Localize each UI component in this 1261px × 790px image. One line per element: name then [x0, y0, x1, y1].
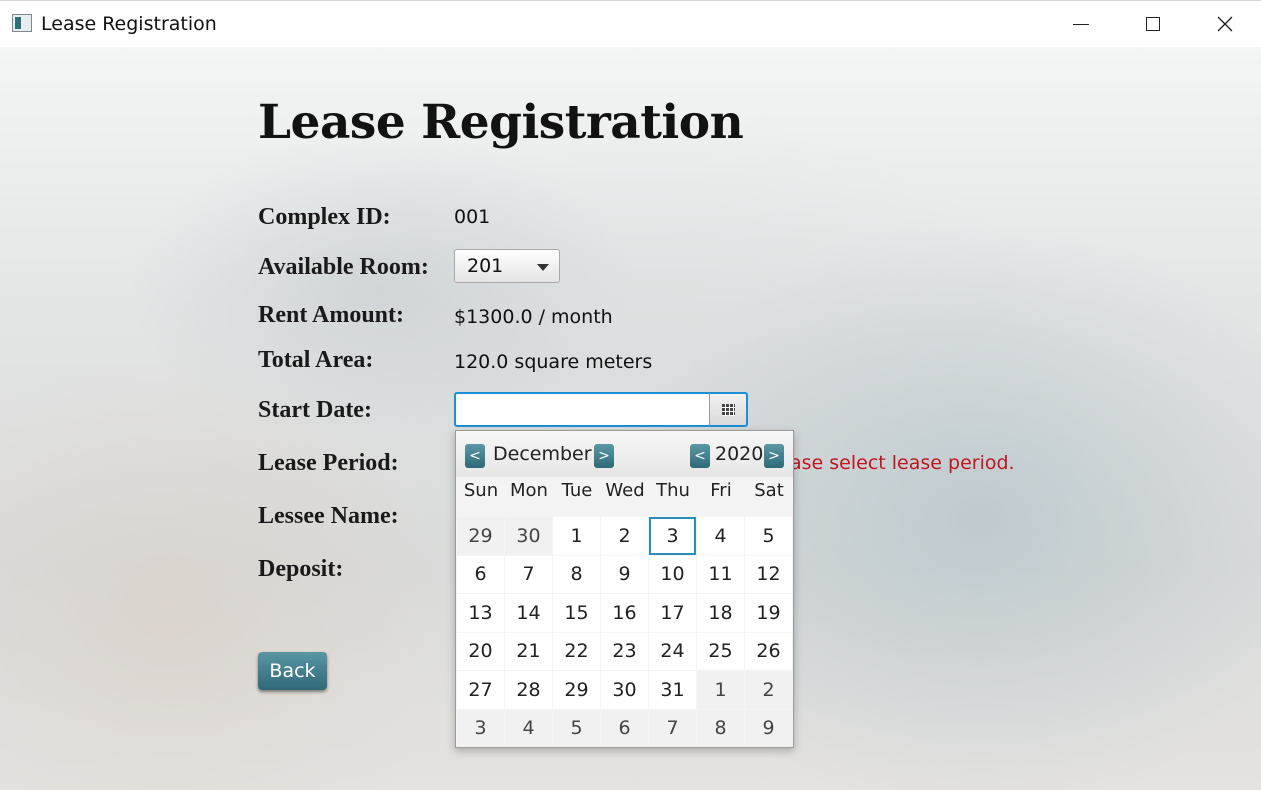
calendar-grid: 29 30 1 2 3 4 5 6 7 8 9 10 11 12 13 14 1… — [457, 517, 792, 747]
complex-id-value: 001 — [454, 206, 491, 228]
window-title: Lease Registration — [41, 13, 217, 35]
weekday-label: Sun — [463, 480, 499, 501]
calendar-day[interactable]: 4 — [697, 517, 744, 555]
calendar-day[interactable]: 15 — [553, 594, 600, 632]
lessee-name-label: Lessee Name: — [258, 503, 399, 529]
calendar-day[interactable]: 1 — [553, 517, 600, 555]
calendar-day[interactable]: 26 — [745, 632, 792, 670]
calendar-day[interactable]: 21 — [505, 632, 552, 670]
year-label: 2020 — [715, 443, 764, 465]
calendar-day[interactable]: 6 — [601, 709, 648, 747]
calendar-day[interactable]: 16 — [601, 594, 648, 632]
back-button[interactable]: Back — [258, 652, 327, 690]
weekday-label: Fri — [710, 480, 732, 501]
calendar-day[interactable]: 3 — [457, 709, 504, 747]
calendar-day[interactable]: 29 — [457, 517, 504, 555]
rent-amount-label: Rent Amount: — [258, 302, 405, 328]
prev-year-button[interactable]: < — [690, 444, 710, 468]
weekday-header: Sun Mon Tue Wed Thu Fri Sat — [457, 480, 793, 501]
calendar-day[interactable]: 7 — [649, 709, 696, 747]
room-select[interactable]: 201 — [454, 249, 560, 283]
calendar-day[interactable]: 5 — [745, 517, 792, 555]
date-picker-popup: < December > < 2020 > Sun Mon Tue Wed Th… — [455, 430, 794, 748]
calendar-day[interactable]: 1 — [697, 671, 744, 709]
rent-amount-value: $1300.0 / month — [454, 306, 613, 328]
calendar-day[interactable]: 23 — [601, 632, 648, 670]
calendar-day[interactable]: 12 — [745, 555, 792, 593]
deposit-label: Deposit: — [258, 556, 344, 582]
minimize-icon — [1073, 23, 1089, 25]
calendar-day[interactable]: 8 — [553, 555, 600, 593]
calendar-day[interactable]: 28 — [505, 671, 552, 709]
complex-id-label: Complex ID: — [258, 204, 391, 230]
available-room-label: Available Room: — [258, 254, 429, 280]
calendar-day[interactable]: 9 — [745, 709, 792, 747]
close-button[interactable] — [1189, 1, 1261, 47]
weekday-label: Wed — [605, 480, 645, 501]
calendar-day[interactable]: 31 — [649, 671, 696, 709]
prev-month-button[interactable]: < — [465, 444, 485, 468]
calendar-day[interactable]: 25 — [697, 632, 744, 670]
maximize-button[interactable] — [1117, 1, 1189, 47]
month-label: December — [493, 443, 592, 465]
calendar-day[interactable]: 2 — [601, 517, 648, 555]
calendar-day[interactable]: 30 — [601, 671, 648, 709]
title-bar: Lease Registration — [0, 0, 1261, 47]
chevron-down-icon — [537, 264, 549, 271]
calendar-day[interactable]: 20 — [457, 632, 504, 670]
start-date-input[interactable] — [454, 392, 711, 427]
weekday-label: Mon — [510, 480, 548, 501]
start-date-label: Start Date: — [258, 397, 372, 423]
app-icon — [12, 14, 32, 32]
calendar-day[interactable]: 17 — [649, 594, 696, 632]
date-picker-header: < December > < 2020 > — [456, 431, 793, 477]
calendar-day-today[interactable]: 3 — [649, 517, 696, 555]
maximize-icon — [1146, 17, 1160, 31]
close-icon — [1217, 16, 1233, 32]
calendar-day[interactable]: 27 — [457, 671, 504, 709]
total-area-label: Total Area: — [258, 347, 374, 373]
date-picker-button[interactable] — [709, 392, 748, 427]
calendar-day[interactable]: 6 — [457, 555, 504, 593]
calendar-day[interactable]: 9 — [601, 555, 648, 593]
calendar-day[interactable]: 24 — [649, 632, 696, 670]
calendar-day[interactable]: 2 — [745, 671, 792, 709]
calendar-day[interactable]: 29 — [553, 671, 600, 709]
calendar-day[interactable]: 4 — [505, 709, 552, 747]
calendar-day[interactable]: 5 — [553, 709, 600, 747]
calendar-day[interactable]: 22 — [553, 632, 600, 670]
lease-period-label: Lease Period: — [258, 450, 399, 476]
lease-period-error: ase select lease period. — [790, 452, 1015, 474]
next-month-button[interactable]: > — [594, 444, 614, 468]
calendar-day[interactable]: 14 — [505, 594, 552, 632]
weekday-label: Tue — [561, 480, 593, 501]
weekday-label: Thu — [656, 480, 690, 501]
calendar-day[interactable]: 11 — [697, 555, 744, 593]
calendar-day[interactable]: 30 — [505, 517, 552, 555]
weekday-label: Sat — [754, 480, 784, 501]
calendar-day[interactable]: 19 — [745, 594, 792, 632]
calendar-day[interactable]: 13 — [457, 594, 504, 632]
next-year-button[interactable]: > — [764, 444, 784, 468]
calendar-icon — [722, 404, 735, 416]
total-area-value: 120.0 square meters — [454, 351, 653, 373]
calendar-day[interactable]: 10 — [649, 555, 696, 593]
calendar-day[interactable]: 8 — [697, 709, 744, 747]
form-area: Lease Registration Complex ID: 001 Avail… — [0, 47, 1261, 790]
calendar-day[interactable]: 7 — [505, 555, 552, 593]
minimize-button[interactable] — [1045, 1, 1117, 47]
page-title: Lease Registration — [258, 95, 744, 150]
calendar-day[interactable]: 18 — [697, 594, 744, 632]
room-select-value: 201 — [467, 255, 504, 277]
